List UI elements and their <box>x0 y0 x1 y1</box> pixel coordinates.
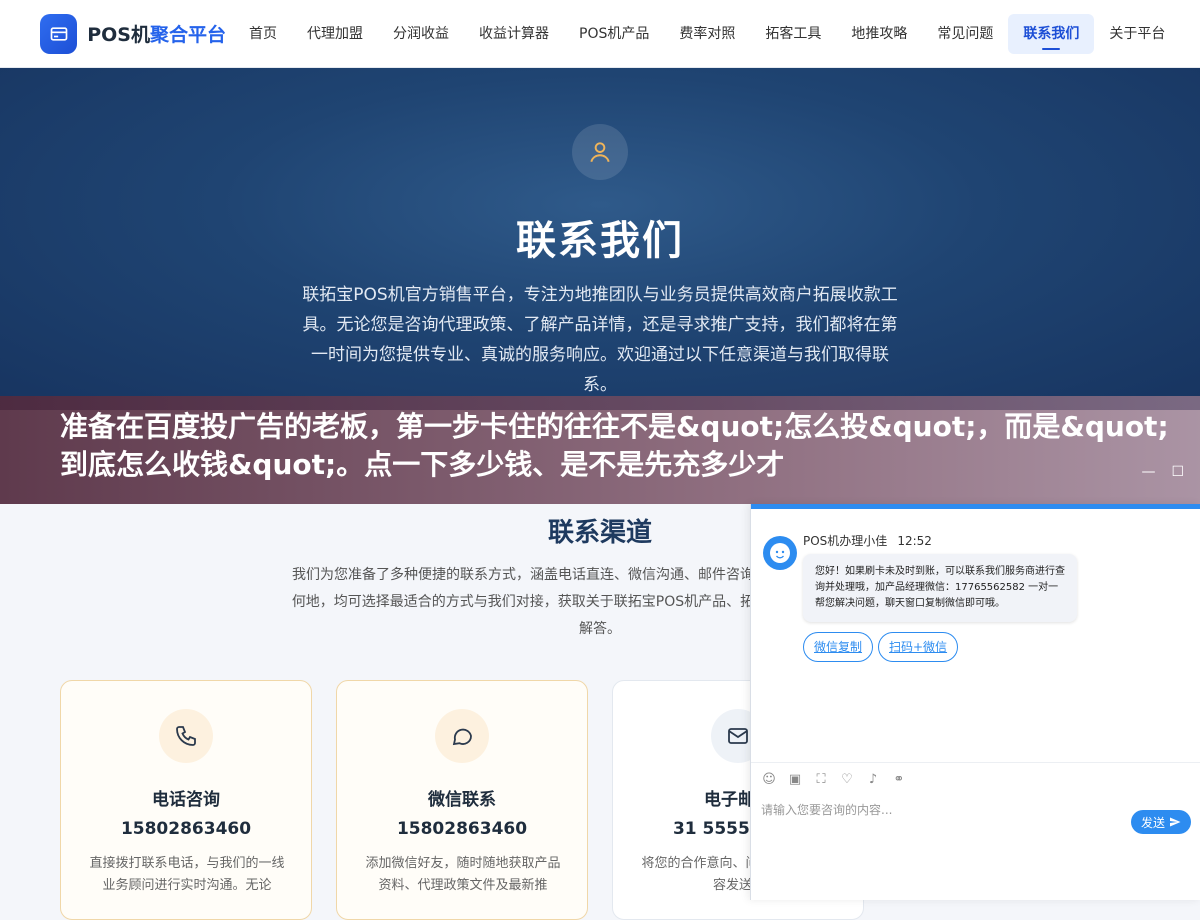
phone-number[interactable]: 15802863460 <box>61 819 311 839</box>
channel-card-title: 微信联系 <box>428 790 496 810</box>
agent-name: POS机办理小佳 <box>803 534 888 548</box>
brand-name: POS机聚合平台 <box>87 20 226 47</box>
ad-overlay-banner[interactable]: 准备在百度投广告的老板，第一步卡住的往往不是&quot;怎么投&quot;，而是… <box>0 396 1200 504</box>
transfer-icon[interactable]: ⚭ <box>891 772 907 788</box>
nav-item-about[interactable]: 关于平台 <box>1094 14 1180 54</box>
brand-name-part-2: 聚合平台 <box>149 24 226 46</box>
brand-name-part-1: POS机 <box>87 24 150 46</box>
hero-description: 联拓宝POS机官方销售平台，专注为地推团队与业务员提供高效商户拓展收款工具。无论… <box>302 285 898 395</box>
channel-card-desc: 添加微信好友，随时随地获取产品资料、代理政策文件及最新推 <box>365 856 561 893</box>
channels-title: 联系渠道 <box>547 518 652 548</box>
card-icon <box>40 13 78 54</box>
page-title: 联系我们 <box>516 218 684 264</box>
channel-card-title: 电话咨询 <box>152 790 220 810</box>
minimize-icon[interactable]: — <box>1141 464 1155 480</box>
nav-menu: 首页 代理加盟 分润收益 收益计算器 POS机产品 费率对照 拓客工具 地推攻略… <box>234 13 1180 54</box>
chat-toolbar: ☺ ▣ ⛶ ♡ ♪ ⚭ <box>751 762 1200 796</box>
screenshot-icon[interactable]: ⛶ <box>813 772 829 788</box>
user-icon <box>572 124 628 180</box>
agent-meta: POS机办理小佳 12:52 <box>803 532 942 549</box>
nav-item-home[interactable]: 首页 <box>234 14 292 54</box>
channel-card-phone[interactable]: 电话咨询 15802863460 直接拨打联系电话，与我们的一线业务顾问进行实时… <box>60 680 312 920</box>
nav-item-rates[interactable]: 费率对照 <box>664 14 750 54</box>
brand-logo[interactable]: POS机聚合平台 <box>40 13 226 54</box>
channel-card-desc: 直接拨打联系电话，与我们的一线业务顾问进行实时沟通。无论 <box>89 856 285 893</box>
nav-item-calculator[interactable]: 收益计算器 <box>464 14 564 54</box>
nav-item-agency[interactable]: 代理加盟 <box>292 14 378 54</box>
chat-header-bar <box>751 504 1200 509</box>
nav-item-tools[interactable]: 拓客工具 <box>750 14 836 54</box>
agent-message-bubble: 您好！如果刷卡未及时到账，可以联系我们服务商进行查询并处理哦，加产品经理微信：1… <box>803 554 1077 622</box>
channel-card-wechat[interactable]: 微信联系 15802863460 添加微信好友，随时随地获取产品资料、代理政策文… <box>336 680 588 920</box>
agent-avatar-icon <box>763 536 797 570</box>
hero-section: 联系我们 联拓宝POS机官方销售平台，专注为地推团队与业务员提供高效商户拓展收款… <box>0 68 1200 410</box>
nav-item-contact[interactable]: 联系我们 <box>1008 13 1095 54</box>
send-button[interactable]: 发送 <box>1131 810 1191 834</box>
sound-icon[interactable]: ♪ <box>865 772 881 788</box>
top-nav: POS机聚合平台 首页 代理加盟 分润收益 收益计算器 POS机产品 费率对照 … <box>0 0 1200 68</box>
maximize-icon[interactable]: ☐ <box>1171 464 1184 480</box>
nav-item-guide[interactable]: 地推攻略 <box>836 14 922 54</box>
phone-icon <box>159 709 213 763</box>
chat-bubble-icon <box>435 709 489 763</box>
chat-input[interactable] <box>761 798 1091 822</box>
nav-item-faq[interactable]: 常见问题 <box>922 14 1008 54</box>
banner-text: 准备在百度投广告的老板，第一步卡住的往往不是&quot;怎么投&quot;，而是… <box>60 410 1169 481</box>
send-icon <box>1170 817 1181 827</box>
emoji-icon[interactable]: ☺ <box>761 772 777 788</box>
copy-wechat-button[interactable]: 微信复制 <box>803 632 874 662</box>
wechat-number[interactable]: 15802863460 <box>337 819 587 839</box>
message-time: 12:52 <box>897 534 932 548</box>
rating-icon[interactable]: ♡ <box>839 772 855 788</box>
send-label: 发送 <box>1140 815 1165 830</box>
window-controls: — ☐ <box>1141 464 1184 480</box>
scan-wechat-button[interactable]: 扫码+微信 <box>878 632 959 662</box>
nav-item-profit[interactable]: 分润收益 <box>378 14 464 54</box>
chat-widget: POS机办理小佳 12:52 您好！如果刷卡未及时到账，可以联系我们服务商进行查询… <box>750 504 1200 900</box>
image-icon[interactable]: ▣ <box>787 772 803 788</box>
nav-item-products[interactable]: POS机产品 <box>564 14 664 54</box>
